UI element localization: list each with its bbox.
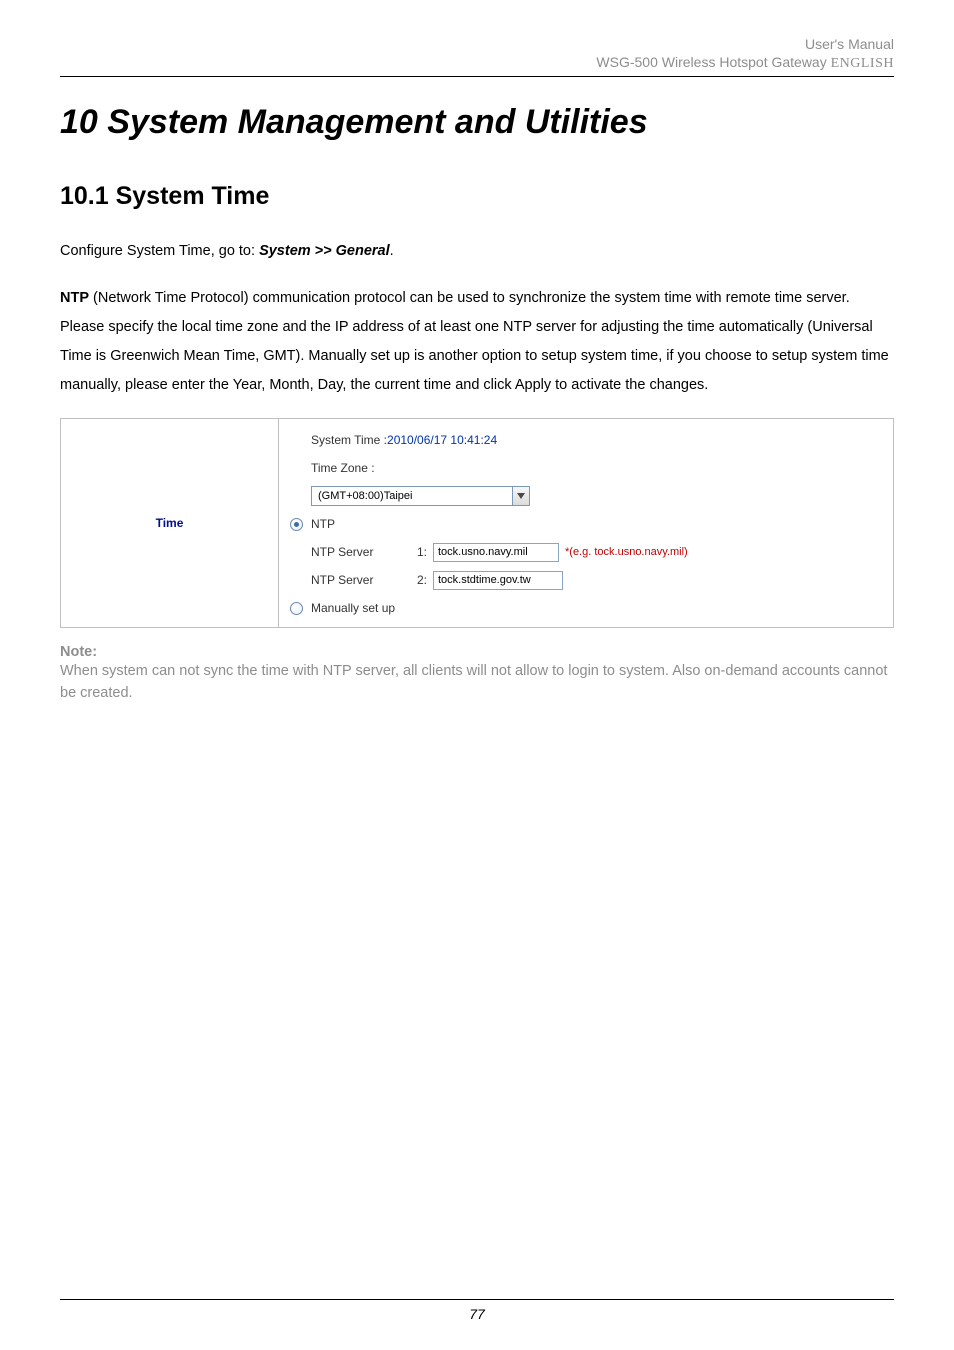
- ntp-term: NTP: [60, 290, 89, 306]
- intro-period: .: [390, 243, 394, 259]
- ntp-server-2-index: 2:: [413, 573, 427, 587]
- ntp-radio-row: NTP: [287, 511, 883, 537]
- ntp-server-2-row: NTP Server 2:: [287, 567, 883, 593]
- header-line-2: WSG-500 Wireless Hotspot Gateway ENGLISH: [60, 54, 894, 72]
- page-footer: 77: [60, 1299, 894, 1322]
- timezone-select[interactable]: (GMT+08:00)Taipei: [311, 486, 530, 506]
- system-time-value: 2010/06/17 10:41:24: [387, 433, 497, 447]
- system-time-label: System Time :: [311, 433, 387, 447]
- ntp-server-1-index: 1:: [413, 545, 427, 559]
- chapter-title: 10 System Management and Utilities: [60, 103, 894, 142]
- manual-radio[interactable]: [290, 602, 303, 615]
- ntp-server-1-label: NTP Server: [311, 545, 407, 559]
- timezone-label: Time Zone :: [311, 461, 375, 475]
- intro-lead: Configure System Time, go to:: [60, 243, 259, 259]
- chevron-down-icon: [512, 487, 529, 505]
- ntp-server-1-hint: *(e.g. tock.usno.navy.mil): [565, 546, 688, 558]
- body-text: (Network Time Protocol) communication pr…: [60, 290, 889, 393]
- timezone-selected-text: (GMT+08:00)Taipei: [312, 490, 512, 502]
- time-config-panel: Time System Time : 2010/06/17 10:41:24 T…: [60, 418, 894, 628]
- breadcrumb: System >> General: [259, 243, 390, 259]
- manual-radio-row: Manually set up: [287, 595, 883, 621]
- system-time-row: System Time : 2010/06/17 10:41:24: [287, 427, 883, 453]
- page-header: User's Manual WSG-500 Wireless Hotspot G…: [60, 36, 894, 77]
- manual-radio-label: Manually set up: [311, 601, 395, 615]
- page-number: 77: [60, 1306, 894, 1322]
- timezone-select-row: (GMT+08:00)Taipei: [287, 483, 883, 509]
- ntp-server-1-input[interactable]: [433, 543, 559, 562]
- note-body: When system can not sync the time with N…: [60, 660, 894, 705]
- time-row-content: System Time : 2010/06/17 10:41:24 Time Z…: [279, 419, 894, 628]
- section-title: 10.1 System Time: [60, 182, 894, 211]
- header-rule: [60, 76, 894, 77]
- ntp-radio-label: NTP: [311, 517, 335, 531]
- timezone-label-row: Time Zone :: [287, 455, 883, 481]
- ntp-server-2-label: NTP Server: [311, 573, 407, 587]
- time-row-label: Time: [61, 419, 279, 628]
- ntp-radio[interactable]: [290, 518, 303, 531]
- header-product: WSG-500 Wireless Hotspot Gateway: [596, 54, 830, 70]
- ntp-server-1-row: NTP Server 1: *(e.g. tock.usno.navy.mil): [287, 539, 883, 565]
- intro-paragraph: Configure System Time, go to: System >> …: [60, 237, 894, 266]
- footer-rule: [60, 1299, 894, 1300]
- note-title: Note:: [60, 644, 894, 660]
- ntp-server-2-input[interactable]: [433, 571, 563, 590]
- header-line-1: User's Manual: [60, 36, 894, 52]
- header-language: ENGLISH: [831, 56, 894, 71]
- body-paragraph: NTP (Network Time Protocol) communicatio…: [60, 284, 894, 400]
